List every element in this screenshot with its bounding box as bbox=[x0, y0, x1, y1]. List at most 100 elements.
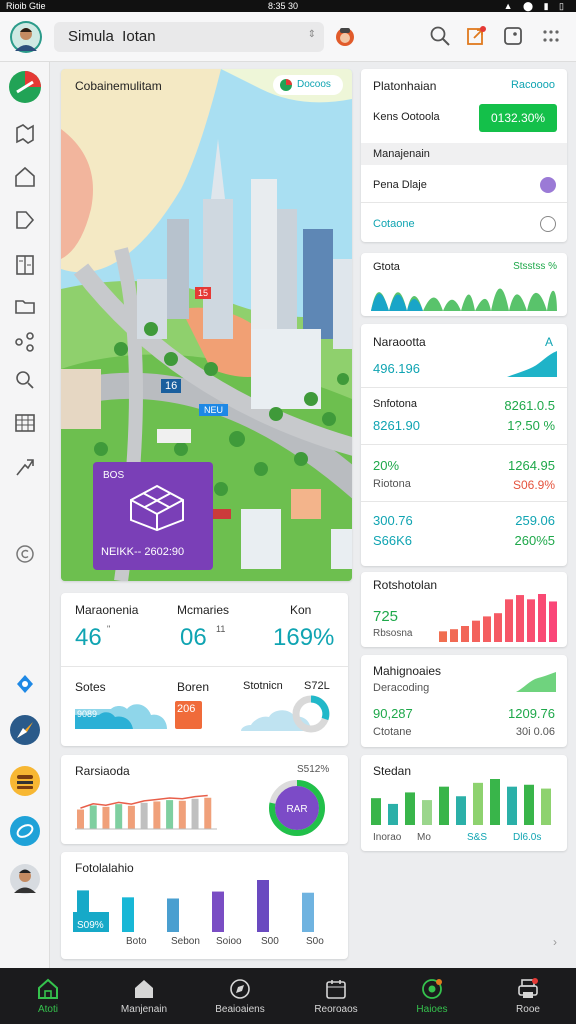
stats-row2-sub-right: 1?.50 % bbox=[507, 418, 555, 433]
chart-bar bbox=[191, 798, 199, 829]
line-card-pct: S512% bbox=[297, 764, 330, 775]
stats-row3-sub-left: Riotona bbox=[373, 478, 411, 490]
mascot-icon[interactable] bbox=[334, 25, 356, 47]
map-pin-label[interactable]: NEU bbox=[199, 404, 229, 416]
green-bars-label-1: Inorao bbox=[373, 832, 402, 843]
burger-app-icon[interactable] bbox=[9, 765, 41, 797]
grid-table-icon[interactable] bbox=[13, 411, 37, 435]
chart-bar bbox=[140, 802, 148, 829]
tag-icon[interactable] bbox=[13, 208, 37, 232]
green-bar bbox=[490, 779, 500, 825]
panel-value-badge[interactable]: 0132.30% bbox=[479, 104, 557, 132]
nav-label: Rooe bbox=[516, 1004, 540, 1015]
stats-row4-sub-right: 260%5 bbox=[514, 533, 555, 548]
nav-home[interactable]: Atoti bbox=[0, 968, 96, 1024]
gradient-bar bbox=[527, 599, 535, 642]
city-map-card[interactable]: Cobainemulitam Docoos 16 NEU 15 BOS NEIK… bbox=[61, 69, 352, 581]
bottom-bars-title: Fotolalahio bbox=[75, 861, 134, 875]
profile-avatar-icon[interactable] bbox=[9, 863, 41, 895]
map-pin-label[interactable]: 16 bbox=[161, 379, 182, 393]
kpi-b3-label: Stotnicn bbox=[243, 680, 283, 692]
search-icon[interactable] bbox=[429, 25, 451, 47]
bottom-bar-label: S09% bbox=[81, 936, 108, 946]
bottom-bars-card[interactable]: Fotolalahio S09% Boto Sebon Soioo S00 S0o S09% bbox=[61, 852, 348, 959]
option-1-radio[interactable] bbox=[540, 177, 556, 193]
option-1-label: Pena Dlaje bbox=[373, 179, 427, 191]
map-pin-label[interactable]: 15 bbox=[195, 287, 212, 299]
chart-bar bbox=[204, 797, 212, 829]
nav-reports[interactable]: Reoroaos bbox=[288, 968, 384, 1024]
gradient-bar bbox=[450, 629, 458, 642]
trend-icon[interactable] bbox=[13, 455, 37, 479]
home-icon[interactable] bbox=[13, 165, 37, 189]
green-bar-chart bbox=[371, 779, 551, 825]
search-nav-icon[interactable] bbox=[13, 368, 37, 392]
green-bar bbox=[507, 786, 517, 825]
map-fold-icon[interactable] bbox=[13, 122, 37, 146]
bottom-bar-label: Boto bbox=[126, 936, 147, 946]
bars-card[interactable]: Rotshotolan 725 Rbsosna bbox=[361, 572, 567, 647]
mini-area-chart bbox=[516, 672, 556, 692]
green-bar bbox=[405, 792, 415, 825]
panel-link[interactable]: Racoooo bbox=[511, 79, 555, 91]
user-avatar[interactable] bbox=[10, 21, 42, 53]
donut-chart: RAR bbox=[269, 780, 325, 836]
panel-value-text: 0132.30% bbox=[491, 111, 546, 125]
gradient-bar bbox=[483, 616, 491, 642]
export-icon[interactable] bbox=[465, 25, 487, 47]
kpi-b3-value: S72L bbox=[304, 680, 330, 692]
mini-title: Mahignoaies bbox=[373, 664, 442, 678]
line-donut-card[interactable]: Rarsiaoda S512% RAR bbox=[61, 755, 348, 844]
search-box[interactable]: ⇕ bbox=[54, 22, 324, 52]
map-title: Cobainemulitam bbox=[75, 79, 162, 93]
pin-icon[interactable] bbox=[13, 672, 37, 696]
app-logo-icon[interactable] bbox=[8, 70, 42, 104]
more-grid-icon[interactable] bbox=[540, 25, 562, 47]
divider bbox=[361, 202, 567, 203]
home-outline-icon bbox=[38, 978, 58, 999]
wave-card-value: Stsstss % bbox=[513, 261, 557, 272]
map-filter-chip[interactable]: Docoos bbox=[273, 75, 343, 95]
stats-row3-sub-right: S06.9% bbox=[512, 478, 555, 492]
divider bbox=[61, 666, 348, 667]
map-overlay-panel[interactable]: BOS NEIKK-- 2602:90 bbox=[93, 462, 213, 570]
book-icon[interactable] bbox=[13, 253, 37, 277]
kpi-card: Maraonenia 46 " Mcmaries 06 11 Kon 169% … bbox=[61, 593, 348, 746]
kpi-b2-label: Boren bbox=[177, 680, 210, 694]
cube-icon bbox=[130, 484, 184, 532]
folder-icon[interactable] bbox=[13, 294, 37, 318]
green-bars-card[interactable]: Stedan Inorao Mo S&S Dl6.0s bbox=[361, 755, 567, 851]
stats-row4-left: 300.76 bbox=[373, 513, 413, 528]
green-bar bbox=[456, 796, 466, 825]
globe-app-icon[interactable] bbox=[9, 815, 41, 847]
scroll-chevron-icon[interactable]: › bbox=[553, 935, 557, 949]
widget-icon[interactable] bbox=[502, 25, 524, 47]
kpi-1-label: Maraonenia bbox=[75, 603, 139, 617]
nav-manage[interactable]: Manjenain bbox=[96, 968, 192, 1024]
gradient-bar bbox=[494, 613, 502, 642]
nav-hubs[interactable]: Haioes bbox=[384, 968, 480, 1024]
nav-explore[interactable]: Beaioaiens bbox=[192, 968, 288, 1024]
green-bar bbox=[388, 803, 398, 825]
share-icon[interactable] bbox=[13, 330, 37, 354]
overlay-tag: BOS bbox=[103, 470, 125, 481]
compass-app-icon[interactable] bbox=[9, 714, 41, 746]
wave-chart-card[interactable]: Gtota Stsstss % bbox=[361, 253, 567, 316]
bottom-bar-label: S09% bbox=[77, 920, 104, 931]
kpi-b2-chip-text: 206 bbox=[177, 703, 196, 715]
green-bars-label-3: S&S bbox=[467, 832, 488, 843]
divider bbox=[361, 387, 567, 388]
status-left-text: Rioib Gtie bbox=[6, 1, 46, 11]
mini-sub-left: Ctotane bbox=[373, 726, 412, 738]
chart-bar bbox=[166, 800, 174, 829]
chevron-updown-icon[interactable]: ⇕ bbox=[308, 29, 316, 40]
copyright-icon[interactable] bbox=[13, 542, 37, 566]
kpi-b1-label: Sotes bbox=[75, 680, 106, 694]
nav-label: Manjenain bbox=[120, 1004, 168, 1015]
mini-stats-card: Mahignoaies Deracoding 90,287 1209.76 Ct… bbox=[361, 655, 567, 747]
option-2-radio[interactable] bbox=[540, 216, 556, 232]
nav-profile[interactable]: Rooe bbox=[480, 968, 576, 1024]
gradient-bar bbox=[549, 601, 557, 642]
bottom-bar bbox=[212, 891, 224, 932]
search-input[interactable] bbox=[68, 28, 288, 45]
